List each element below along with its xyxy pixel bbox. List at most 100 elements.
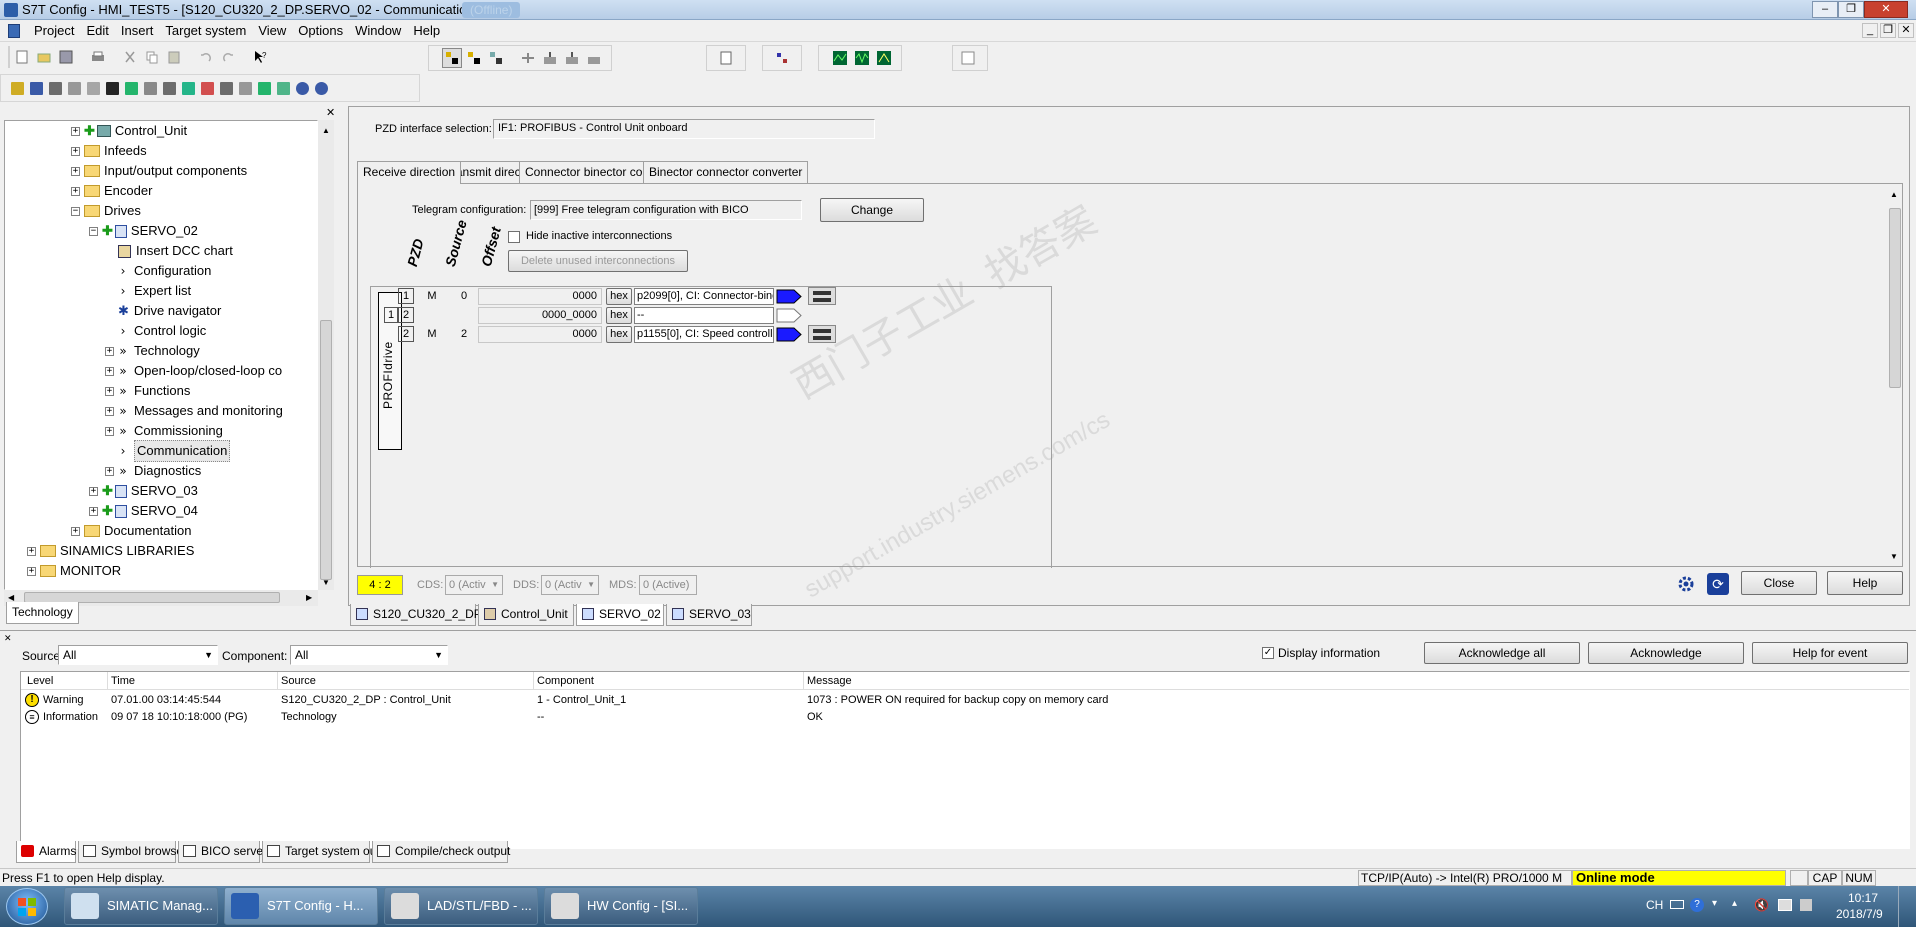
doc-tab-servo-02[interactable]: SERVO_02 [576,604,664,626]
expand-toggle-icon[interactable]: + [27,566,36,576]
trace-config-icon[interactable] [66,79,83,97]
expand-toggle-icon[interactable]: + [71,186,80,196]
alarm-col-level[interactable]: Level [27,673,53,689]
blue-n-icon[interactable] [313,79,330,97]
tree-vscrollbar[interactable]: ▲ ▼ [318,120,334,590]
expand-toggle-icon[interactable]: + [71,146,80,156]
blue-m-icon[interactable] [294,79,311,97]
hide-inactive-checkbox[interactable] [508,231,520,243]
expand-toggle-icon[interactable]: + [89,486,98,496]
menu-options[interactable]: Options [292,22,349,40]
taskbar-button-1[interactable]: SIMATIC Manag... [64,887,218,925]
tool-icon[interactable] [256,79,273,97]
expand-toggle-icon[interactable]: + [105,386,114,396]
sensor-icon[interactable] [180,79,197,97]
menu-window[interactable]: Window [349,22,407,40]
alarm-col-component[interactable]: Component [537,673,594,689]
copy-icon[interactable] [142,47,162,67]
alarm-row[interactable]: ≡ Information 09 07 18 10:10:18:000 (PG) Te… [21,709,1901,726]
symbol-table-icon[interactable] [9,79,26,97]
tree-item-drive-navigator[interactable]: ✱ Drive navigator [105,301,221,321]
download-icon[interactable] [540,48,560,68]
tree-item-technology[interactable]: + » Technology [105,341,200,361]
measure-icon[interactable] [874,48,894,68]
hex-format-button[interactable]: hex [606,307,632,324]
taskbar-button-2[interactable]: S7T Config - H... [224,887,378,925]
help-tray-icon[interactable]: ? [1690,898,1704,912]
expand-toggle-icon[interactable]: − [71,206,80,216]
tab-technology[interactable]: Technology [6,602,79,624]
tree-item-control-logic[interactable]: › Control logic [105,321,207,341]
tree-item-monitor[interactable]: + MONITOR [27,561,121,581]
tree-item-documentation[interactable]: + Documentation [71,521,191,541]
paste-icon[interactable] [164,47,184,67]
volume-icon[interactable]: 🔇 [1754,898,1769,912]
expand-toggle-icon[interactable]: + [71,126,80,136]
profile-icon[interactable] [142,79,159,97]
menu-view[interactable]: View [252,22,292,40]
oscilloscope-icon[interactable] [852,48,872,68]
interconnection-field[interactable]: p1155[0], CI: Speed controller spe [634,326,774,343]
inner-restore-button[interactable]: ❐ [1880,23,1896,38]
alarm-col-time[interactable]: Time [111,673,135,689]
tree-item-servo-03[interactable]: + ✚ SERVO_03 [89,481,198,501]
expand-toggle-icon[interactable]: + [71,526,80,536]
language-indicator[interactable]: CH [1646,898,1663,912]
axis-icon[interactable] [47,79,64,97]
menu-target-system[interactable]: Target system [159,22,252,40]
interconnection-field[interactable]: -- [634,307,774,324]
acknowledge-all-button[interactable]: Acknowledge all [1424,642,1580,664]
tree-item-drives[interactable]: − Drives [71,201,141,221]
copy-ram-rom-icon[interactable] [584,48,604,68]
alarm-row[interactable]: ! Warning 07.01.00 03:14:45:544 S120_CU320_… [21,692,1901,709]
keyboard-icon[interactable] [1670,900,1684,909]
menu-help[interactable]: Help [407,22,446,40]
expand-toggle-icon[interactable]: + [105,466,114,476]
cut-icon[interactable] [120,47,140,67]
io-icon[interactable] [199,79,216,97]
shift-icon[interactable] [218,79,235,97]
device-icon[interactable] [716,48,736,68]
tree-item-insert-dcc-chart[interactable]: Insert DCC chart [105,241,233,261]
pzd-interface-select[interactable]: IF1: PROFIBUS - Control Unit onboard [493,119,875,139]
tree-item-configuration[interactable]: › Configuration [105,261,212,281]
tree-item-messages-and-monitoring[interactable]: + » Messages and monitoring [105,401,283,421]
inner-minimize-button[interactable]: _ [1862,23,1878,38]
close-window-button[interactable]: ✕ [1864,1,1908,18]
tab-receive-direction[interactable]: Receive direction [357,161,462,184]
display-info-checkbox[interactable]: ✓ [1262,647,1274,659]
pzd-vscrollbar[interactable]: ▲ ▼ [1888,188,1902,564]
menu-insert[interactable]: Insert [115,22,160,40]
show-desktop-button[interactable] [1898,886,1912,927]
redo-icon[interactable] [218,47,238,67]
interconnection-field[interactable]: p2099[0], CI: Connector-binector c [634,288,774,305]
tab-binector-connector-converter[interactable]: Binector connector converter [643,161,809,183]
expand-toggle-icon[interactable]: + [27,546,36,556]
expand-toggle-icon[interactable]: + [105,346,114,356]
tree-item-diagnostics[interactable]: + » Diagnostics [105,461,201,481]
component-filter-select[interactable]: All ▼ [290,645,448,665]
bico-connect-button-icon[interactable] [808,325,836,343]
tree-item-servo-04[interactable]: + ✚ SERVO_04 [89,501,198,521]
expand-toggle-icon[interactable]: + [105,366,114,376]
save-icon[interactable] [56,47,76,67]
window-icon[interactable] [958,48,978,68]
tree-item-encoder[interactable]: + Encoder [71,181,152,201]
compile-icon[interactable] [518,48,538,68]
taskbar-button-4[interactable]: HW Config - [SI... [544,887,698,925]
bottom-tab-target-system-output[interactable]: Target system output [262,841,396,863]
tree-item-sinamics-libraries[interactable]: + SINAMICS LIBRARIES [27,541,194,561]
tray-arrow-icon[interactable]: ▾ [1712,898,1717,909]
inner-close-button[interactable]: ✕ [1898,23,1914,38]
minimize-button[interactable]: – [1812,1,1838,18]
curve-icon[interactable] [123,79,140,97]
close-button[interactable]: Close [1741,571,1817,595]
param-icon[interactable] [237,79,254,97]
drive-config-icon[interactable] [104,79,121,97]
help-pointer-icon[interactable]: ? [250,47,270,67]
bottom-tab-alarms[interactable]: Alarms [16,841,76,863]
source-filter-select[interactable]: All ▼ [58,645,218,665]
upload-icon[interactable] [562,48,582,68]
acknowledge-button[interactable]: Acknowledge [1588,642,1744,664]
cds-select[interactable]: 0 (Activ ▼ [445,575,503,595]
